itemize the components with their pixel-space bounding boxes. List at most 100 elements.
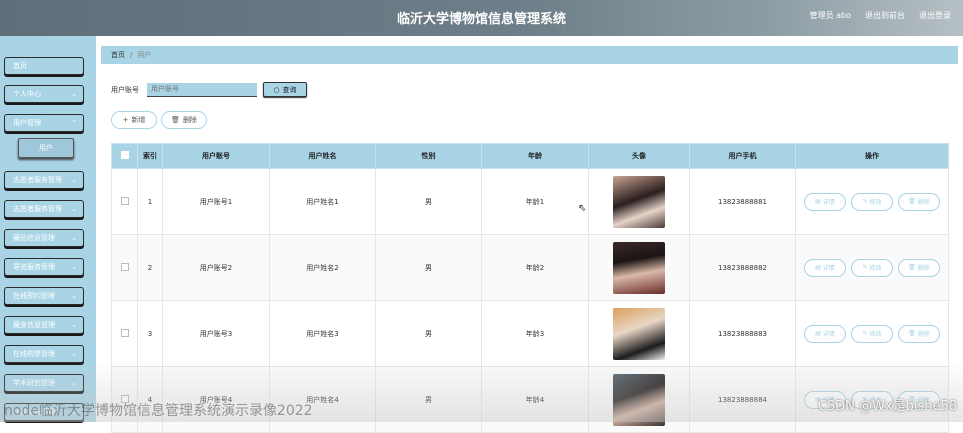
sidebar-item-label: 藏身信息管理 xyxy=(13,321,55,329)
sidebar-item-volunteer-2[interactable]: 志愿者服务管理 ⌄ xyxy=(4,200,84,218)
document-icon: ▤ xyxy=(815,198,821,205)
avatar xyxy=(613,175,665,228)
sidebar-item-research[interactable]: 学术研究管理 ⌄ xyxy=(4,374,84,392)
row-index: 2 xyxy=(137,234,163,301)
col-header-avatar: 头像 xyxy=(588,143,690,169)
row-avatar-cell xyxy=(588,366,690,433)
row-checkbox[interactable] xyxy=(111,234,138,301)
edit-button-label: 修改 xyxy=(869,331,882,338)
chevron-down-icon: ⌄ xyxy=(71,234,77,242)
sidebar-item-info[interactable]: 藏身信息管理 ⌄ xyxy=(4,316,84,334)
col-header-name: 用户姓名 xyxy=(269,143,376,169)
col-header-actions: 操作 xyxy=(795,143,949,169)
detail-button[interactable]: ▤ 详情 xyxy=(804,324,846,343)
detail-button[interactable]: ▤ 详情 xyxy=(804,258,846,277)
sidebar-item-collection[interactable]: 藏品信息管理 ⌄ xyxy=(4,229,84,247)
col-header-index: 索引 xyxy=(137,143,163,169)
detail-button[interactable]: ▤ 详情 xyxy=(804,192,846,211)
row-actions: ▤ 详情 ✎ 修改 🗑 删除 xyxy=(795,168,949,235)
detail-button-label: 详情 xyxy=(822,199,835,206)
edit-button[interactable]: ✎ 修改 xyxy=(851,324,893,343)
search-input[interactable] xyxy=(147,82,257,97)
chevron-down-icon: ⌄ xyxy=(71,292,77,300)
front-link[interactable]: 退出到前台 xyxy=(865,10,905,21)
row-delete-button[interactable]: 🗑 删除 xyxy=(898,258,940,277)
search-label: 用户账号 xyxy=(111,85,139,94)
sidebar-item-volunteer-1[interactable]: 志愿者服务管理 ⌄ xyxy=(4,171,84,189)
sidebar-item-label: 导览服务管理 xyxy=(13,263,55,271)
detail-button-label: 详情 xyxy=(822,265,835,272)
trash-icon: 🗑 xyxy=(908,330,916,337)
col-header-age: 年龄 xyxy=(481,143,589,169)
plus-icon: + xyxy=(122,116,129,124)
sidebar-item-label: 个人中心 xyxy=(13,90,41,98)
edit-button-label: 修改 xyxy=(869,199,882,206)
delete-button[interactable]: 🗑 删除 xyxy=(161,111,207,129)
select-all-checkbox[interactable] xyxy=(111,143,138,169)
row-delete-button[interactable]: 🗑 删除 xyxy=(898,324,940,343)
row-delete-button-label: 删除 xyxy=(917,199,930,206)
edit-button[interactable]: ✎ 修改 xyxy=(851,192,893,211)
sidebar-item-home[interactable]: 首页 xyxy=(4,57,84,75)
col-header-phone: 用户手机 xyxy=(689,143,796,169)
row-account: 用户账号1 xyxy=(162,168,270,235)
row-age: 年龄1 xyxy=(481,168,589,235)
row-phone: 13823888883 xyxy=(689,300,796,367)
top-bar: 临沂大学博物馆信息管理系统 管理员 abo 退出到前台 退出登录 xyxy=(0,0,963,36)
row-avatar-cell xyxy=(588,168,690,235)
header-links: 管理员 abo 退出到前台 退出登录 xyxy=(810,10,951,21)
edit-button[interactable]: ✎ 修改 xyxy=(851,258,893,277)
row-avatar-cell xyxy=(588,300,690,367)
row-delete-button-label: 删除 xyxy=(917,331,930,338)
logout-link[interactable]: 退出登录 xyxy=(919,10,951,21)
sidebar-item-label: 藏品信息管理 xyxy=(13,234,55,242)
sidebar-item-guide[interactable]: 导览服务管理 ⌄ xyxy=(4,258,84,276)
watermark-left: node临沂大学博物馆信息管理系统演示录像2022 xyxy=(4,403,313,419)
row-checkbox[interactable] xyxy=(111,300,138,367)
row-age: 年龄4 xyxy=(481,366,589,433)
row-phone: 13823888882 xyxy=(689,234,796,301)
chevron-down-icon: ⌄ xyxy=(71,205,77,213)
col-header-account: 用户账号 xyxy=(162,143,270,169)
pencil-icon: ✎ xyxy=(862,330,868,337)
chevron-down-icon: ⌄ xyxy=(71,176,77,184)
table-row: 2 用户账号2 用户姓名2 男 年龄2 13823888882 ▤ 详情 ✎ 修改 … xyxy=(111,234,949,301)
add-button-label: 新增 xyxy=(131,116,146,124)
sidebar-item-label: 在线预约管理 xyxy=(13,292,55,300)
table-row: 1 用户账号1 用户姓名1 男 年龄1 13823888881 ▤ 详情 ✎ 修改 … xyxy=(111,168,949,235)
sidebar-item-profile[interactable]: 个人中心 ⌄ xyxy=(4,85,84,103)
trash-icon: 🗑 xyxy=(908,198,916,205)
row-checkbox[interactable] xyxy=(111,168,138,235)
search-button[interactable]: ○ 查询 xyxy=(263,82,307,97)
action-bar: + 新增 🗑 删除 xyxy=(111,111,207,129)
row-index: 3 xyxy=(137,300,163,367)
chevron-up-icon: ⌃ xyxy=(71,119,77,127)
row-account: 用户账号3 xyxy=(162,300,270,367)
chevron-down-icon: ⌄ xyxy=(71,379,77,387)
breadcrumb-home[interactable]: 首页 xyxy=(111,50,125,60)
row-delete-button-label: 删除 xyxy=(917,265,930,272)
avatar xyxy=(613,373,665,426)
sidebar-subitem-user[interactable]: 用户 xyxy=(18,138,74,158)
watermark-right: CSDN @Wx是bishe58 xyxy=(817,399,957,414)
row-gender: 男 xyxy=(375,168,482,235)
row-age: 年龄2 xyxy=(481,234,589,301)
row-gender: 男 xyxy=(375,234,482,301)
sidebar: 首页 个人中心 ⌄ 用户管理 ⌃ 用户 志愿者服务管理 ⌄ 志愿者服务管理 ⌄ 藏品信息… xyxy=(0,36,96,422)
chevron-down-icon: ⌄ xyxy=(71,350,77,358)
row-delete-button[interactable]: 🗑 删除 xyxy=(898,192,940,211)
mouse-cursor-icon: ⇖ xyxy=(578,203,587,214)
sidebar-item-label: 志愿者服务管理 xyxy=(13,205,62,213)
sidebar-item-booking[interactable]: 在线预约管理 ⌄ xyxy=(4,287,84,305)
search-button-label: 查询 xyxy=(282,85,297,94)
add-button[interactable]: + 新增 xyxy=(111,111,157,129)
sidebar-item-user-mgmt[interactable]: 用户管理 ⌃ xyxy=(4,114,84,132)
sidebar-item-ticket[interactable]: 在线购票管理 ⌄ xyxy=(4,345,84,363)
avatar xyxy=(613,307,665,360)
user-label: 管理员 abo xyxy=(809,11,851,20)
row-gender: 男 xyxy=(375,366,482,433)
breadcrumb: 首页 / 用户 xyxy=(101,46,958,64)
row-name: 用户姓名3 xyxy=(269,300,376,367)
row-name: 用户姓名2 xyxy=(269,234,376,301)
row-name: 用户姓名1 xyxy=(269,168,376,235)
